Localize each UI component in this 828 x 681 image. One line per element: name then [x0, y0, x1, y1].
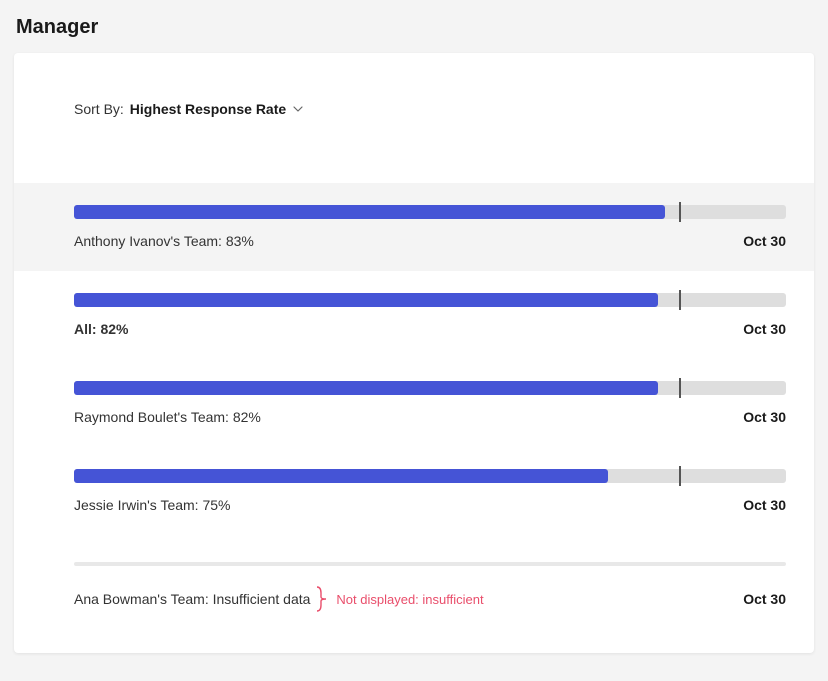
bar-marker — [679, 290, 681, 310]
label-left: All: 82% — [74, 321, 128, 337]
label-left: Ana Bowman's Team: Insufficient data Not … — [74, 585, 484, 613]
bar-area — [74, 293, 786, 307]
page-title: Manager — [0, 0, 828, 53]
bar-marker — [679, 202, 681, 222]
table-row[interactable]: Anthony Ivanov's Team: 83% Oct 30 — [14, 183, 814, 271]
sort-row: Sort By: Highest Response Rate — [14, 53, 814, 157]
chart-card: Sort By: Highest Response Rate Anthony I… — [14, 53, 814, 653]
bar-fill — [74, 381, 658, 395]
row-label: Ana Bowman's Team: Insufficient data — [74, 591, 310, 607]
table-row[interactable]: All: 82% Oct 30 — [14, 271, 814, 359]
sort-value-label: Highest Response Rate — [130, 101, 286, 117]
row-date: Oct 30 — [743, 497, 786, 513]
row-label: Raymond Boulet's Team: 82% — [74, 409, 261, 425]
bar-marker — [679, 466, 681, 486]
annotation-text: Not displayed: insufficient — [336, 592, 483, 607]
bar-thin — [74, 562, 786, 566]
table-row[interactable]: Ana Bowman's Team: Insufficient data Not … — [14, 535, 814, 635]
table-row[interactable]: Raymond Boulet's Team: 82% Oct 30 — [14, 359, 814, 447]
chevron-down-icon — [292, 102, 306, 116]
bar-area — [74, 469, 786, 483]
bracket-icon — [316, 585, 328, 613]
label-row: All: 82% Oct 30 — [74, 321, 786, 337]
table-row[interactable]: Jessie Irwin's Team: 75% Oct 30 — [14, 447, 814, 535]
row-label: Jessie Irwin's Team: 75% — [74, 497, 230, 513]
bar-fill — [74, 293, 658, 307]
bar-fill — [74, 205, 665, 219]
bar-area — [74, 381, 786, 395]
row-date: Oct 30 — [743, 321, 786, 337]
row-date: Oct 30 — [743, 233, 786, 249]
chart-list[interactable]: Anthony Ivanov's Team: 83%Oct 30All: 82%… — [14, 183, 814, 653]
label-row: Jessie Irwin's Team: 75% Oct 30 — [74, 497, 786, 513]
label-row: Ana Bowman's Team: Insufficient data Not … — [74, 585, 786, 613]
row-label: Anthony Ivanov's Team: 83% — [74, 233, 254, 249]
row-date: Oct 30 — [743, 409, 786, 425]
row-date: Oct 30 — [743, 591, 786, 607]
label-left: Anthony Ivanov's Team: 83% — [74, 233, 254, 249]
bar-fill — [74, 469, 608, 483]
label-row: Raymond Boulet's Team: 82% Oct 30 — [74, 409, 786, 425]
label-left: Raymond Boulet's Team: 82% — [74, 409, 261, 425]
row-label: All: 82% — [74, 321, 128, 337]
sort-dropdown[interactable]: Highest Response Rate — [130, 101, 306, 117]
label-row: Anthony Ivanov's Team: 83% Oct 30 — [74, 233, 786, 249]
bar-area — [74, 205, 786, 219]
insufficient-annotation: Not displayed: insufficient — [316, 585, 483, 613]
bar-marker — [679, 378, 681, 398]
label-left: Jessie Irwin's Team: 75% — [74, 497, 230, 513]
bar-area — [74, 557, 786, 571]
sort-by-label: Sort By: — [74, 101, 124, 117]
